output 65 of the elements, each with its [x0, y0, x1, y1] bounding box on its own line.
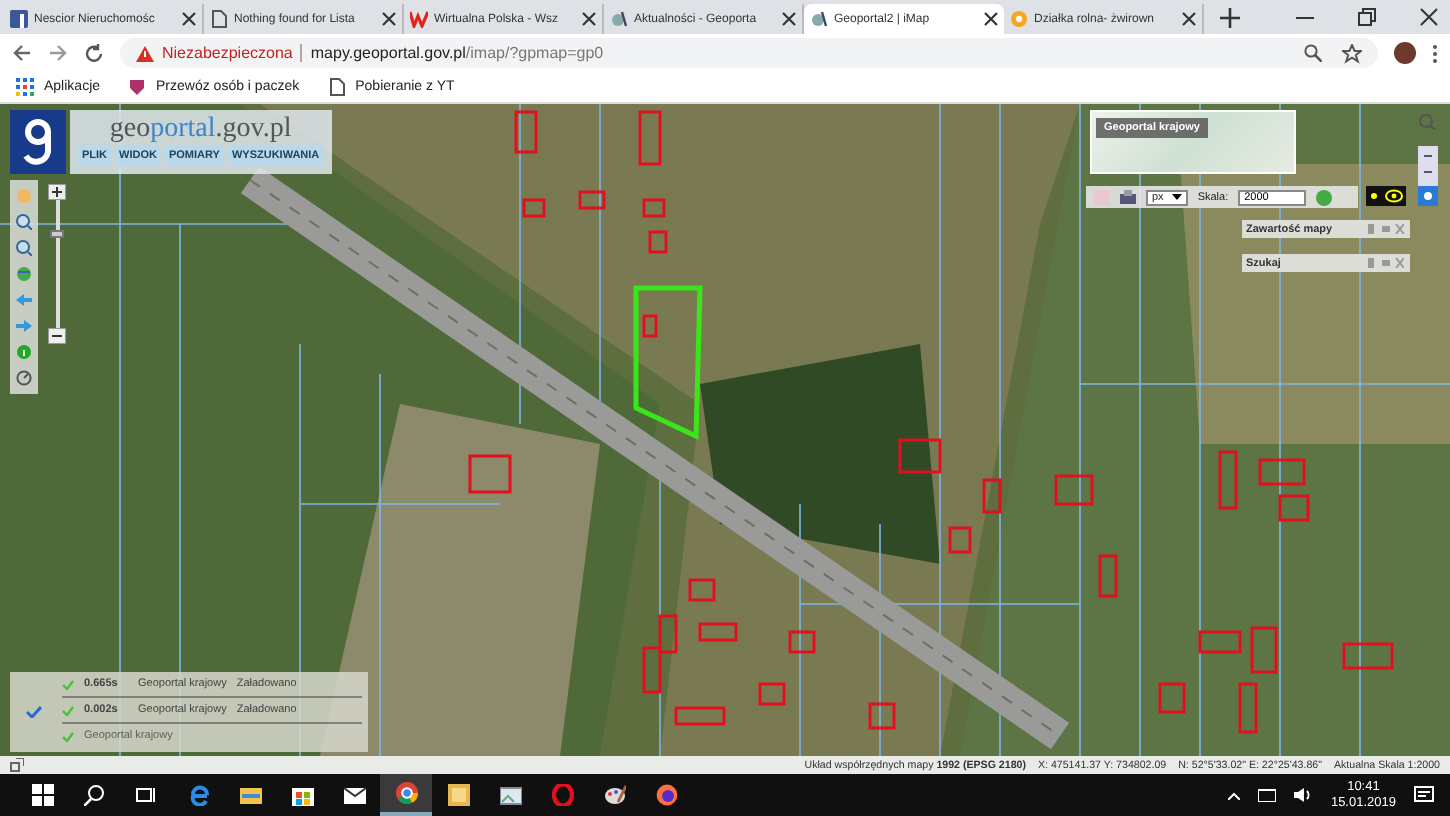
- zoom-out-button-icon[interactable]: [48, 328, 66, 344]
- folder-icon: [239, 784, 261, 806]
- back-arrow-icon[interactable]: [12, 44, 32, 62]
- windows-logo-icon: [31, 784, 53, 806]
- new-tab-plus-icon[interactable]: [1220, 8, 1240, 28]
- zoom-magnifier-icon[interactable]: [1304, 43, 1322, 61]
- taskbar-button[interactable]: [380, 774, 432, 816]
- info-icon[interactable]: [16, 344, 32, 360]
- network-icon[interactable]: [1258, 788, 1277, 802]
- site-logo-text: geoportal.gov.pl: [109, 112, 292, 146]
- close-icon[interactable]: [984, 12, 998, 26]
- palette-icon: [603, 784, 625, 806]
- sticky-note-icon: [447, 784, 469, 806]
- zoom-slider-thumb[interactable]: [50, 230, 64, 238]
- address-bar[interactable]: Niezabezpieczona mapy.geoportal.gov.pl/imap/?gpmap=gp0: [120, 38, 1378, 68]
- restore-icon[interactable]: [1358, 8, 1376, 26]
- star-icon[interactable]: [1342, 43, 1362, 63]
- apps-grid-icon: [16, 78, 34, 96]
- check-icon: [62, 705, 74, 715]
- close-icon[interactable]: [1420, 8, 1438, 26]
- e-letter-icon: [187, 784, 209, 806]
- close-icon[interactable]: [782, 12, 796, 26]
- g-logo-icon: [10, 110, 66, 174]
- search-icon: [83, 784, 105, 806]
- close-icon[interactable]: [1182, 12, 1196, 26]
- zoom-out-icon[interactable]: [16, 240, 32, 256]
- task-view-icon: [135, 784, 157, 806]
- notification-icon[interactable]: [1414, 785, 1434, 805]
- security-warning[interactable]: Niezabezpieczona: [162, 44, 293, 62]
- close-icon[interactable]: [382, 12, 396, 26]
- chrome-logo-icon: [395, 782, 417, 804]
- olx-logo-icon: [1010, 10, 1028, 28]
- chevron-up-icon[interactable]: [1228, 791, 1241, 799]
- caret-icon: [1171, 194, 1182, 200]
- avatar-icon[interactable]: [1394, 42, 1416, 64]
- photo-frame-icon: [499, 784, 521, 806]
- page-icon: [210, 10, 228, 28]
- view-buttons-icon[interactable]: [1418, 146, 1438, 206]
- zoom-in-button-icon[interactable]: [48, 184, 66, 200]
- check-icon: [26, 706, 42, 718]
- page-icon: [327, 78, 346, 96]
- gauge-icon[interactable]: [16, 370, 32, 386]
- facebook-icon: [10, 10, 28, 28]
- globe-icon[interactable]: [16, 266, 32, 282]
- zoom-in-icon[interactable]: [16, 214, 32, 230]
- printer-icon[interactable]: [1120, 189, 1136, 205]
- warning-icon: [136, 45, 154, 61]
- speaker-icon[interactable]: [1294, 788, 1313, 802]
- close-icon[interactable]: [582, 12, 596, 26]
- check-icon: [62, 679, 74, 689]
- forward-arrow-icon[interactable]: [48, 44, 68, 62]
- w-logo-icon: [410, 10, 428, 28]
- reload-icon[interactable]: [84, 43, 104, 63]
- close-icon[interactable]: [182, 12, 196, 26]
- url-text: mapy.geoportal.gov.pl/imap/?gpmap=gp0: [310, 44, 604, 62]
- envelope-icon: [343, 784, 365, 806]
- more-menu-icon[interactable]: [1432, 43, 1438, 63]
- o-ring-icon: [551, 784, 573, 806]
- eye-toggle-icon[interactable]: [1366, 186, 1406, 206]
- check-icon: [62, 731, 74, 741]
- globe-figure-icon: [810, 10, 828, 28]
- shield-icon: [128, 78, 147, 96]
- resize-corner-icon[interactable]: [10, 758, 24, 772]
- shopping-bag-icon: [291, 784, 313, 806]
- globe-figure-icon: [610, 10, 628, 28]
